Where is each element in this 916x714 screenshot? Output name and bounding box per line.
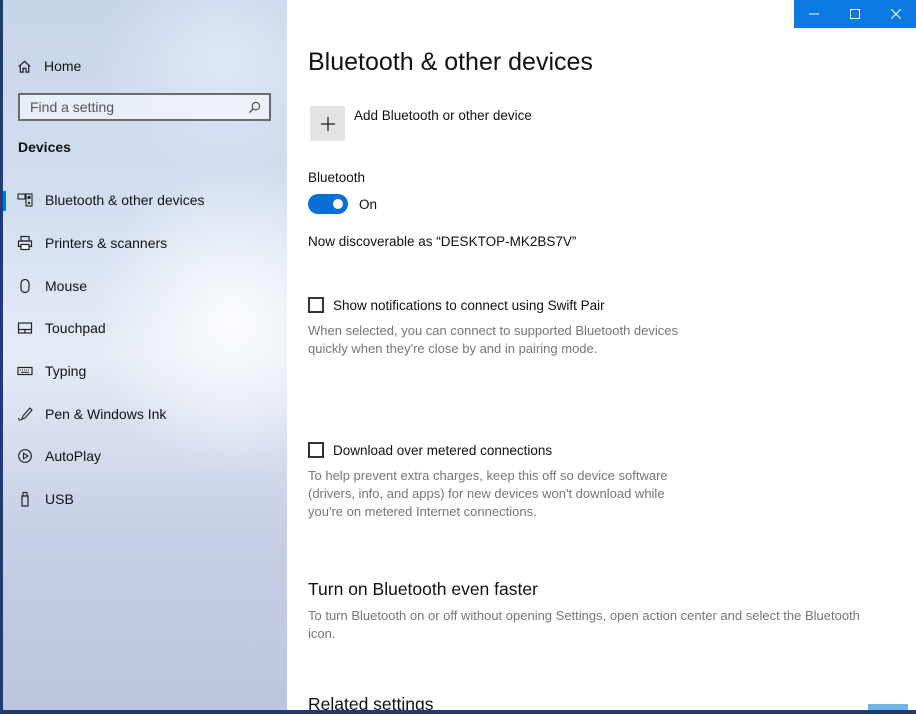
taskbar-edge: [0, 710, 916, 714]
toggle-knob: [333, 199, 343, 209]
sidebar-item-touchpad[interactable]: Touchpad: [3, 307, 287, 350]
sidebar-item-label: Printers & scanners: [45, 235, 168, 252]
home-label: Home: [44, 58, 82, 74]
swift-pair-checkbox-row[interactable]: Show notifications to connect using Swif…: [308, 297, 605, 313]
plus-icon: [320, 116, 335, 131]
metered-label: Download over metered connections: [333, 442, 553, 458]
discoverable-text: Now discoverable as “DESKTOP-MK2BS7V”: [308, 234, 577, 249]
keyboard-icon: [17, 363, 33, 379]
bluetooth-toggle-row: On: [308, 194, 377, 214]
mouse-icon: [17, 278, 33, 294]
sidebar-item-label: Bluetooth & other devices: [45, 192, 205, 209]
metered-checkbox-row[interactable]: Download over metered connections: [308, 442, 552, 458]
pen-icon: [17, 406, 33, 422]
swift-pair-checkbox[interactable]: [308, 297, 324, 313]
sidebar-item-usb[interactable]: USB: [3, 478, 287, 521]
add-device-label: Add Bluetooth or other device: [354, 108, 532, 123]
sidebar-item-label: AutoPlay: [45, 448, 102, 465]
sidebar-item-printers[interactable]: Printers & scanners: [3, 222, 287, 265]
sidebar-item-mouse[interactable]: Mouse: [3, 264, 287, 307]
main-content: Bluetooth & other devices Add Bluetooth …: [308, 0, 916, 710]
sidebar-item-label: USB: [45, 491, 74, 508]
add-device-button[interactable]: Add Bluetooth or other device: [310, 106, 532, 141]
search-icon[interactable]: [248, 101, 261, 114]
swift-pair-label: Show notifications to connect using Swif…: [333, 297, 605, 313]
description-line: To help prevent extra charges, keep this…: [308, 468, 668, 483]
related-settings-heading: Related settings: [308, 694, 434, 710]
description-line: When selected, you can connect to suppor…: [308, 323, 679, 338]
metered-description: To help prevent extra charges, keep this…: [308, 467, 668, 521]
description-line: you're on metered Internet connections.: [308, 504, 537, 519]
printer-icon: [17, 235, 33, 251]
faster-description: To turn Bluetooth on or off without open…: [308, 607, 860, 643]
settings-window: Home Devices Bluetooth & other devices: [3, 0, 916, 710]
add-tile[interactable]: [310, 106, 345, 141]
sidebar-item-label: Pen & Windows Ink: [45, 405, 167, 422]
home-icon: [18, 60, 31, 73]
sidebar-item-bluetooth[interactable]: Bluetooth & other devices: [3, 179, 287, 222]
sidebar-item-autoplay[interactable]: AutoPlay: [3, 435, 287, 478]
sidebar-item-label: Mouse: [45, 277, 88, 294]
sidebar-item-typing[interactable]: Typing: [3, 350, 287, 393]
sidebar-item-pen[interactable]: Pen & Windows Ink: [3, 392, 287, 435]
bluetooth-devices-icon: [17, 192, 33, 208]
usb-icon: [17, 491, 33, 507]
sidebar-item-label: Touchpad: [45, 320, 106, 337]
bluetooth-state: On: [359, 196, 378, 212]
description-line: To turn Bluetooth on or off without open…: [308, 608, 860, 623]
swift-pair-description: When selected, you can connect to suppor…: [308, 322, 678, 358]
bluetooth-toggle[interactable]: [308, 194, 348, 214]
sidebar-nav: Bluetooth & other devices Printers & sca…: [3, 179, 287, 521]
bluetooth-label: Bluetooth: [308, 170, 366, 185]
search-box[interactable]: [18, 93, 271, 121]
description-line: quickly when they're close by and in pai…: [308, 341, 598, 356]
touchpad-icon: [17, 320, 33, 336]
faster-heading: Turn on Bluetooth even faster: [308, 579, 538, 599]
sidebar: Home Devices Bluetooth & other devices: [3, 0, 287, 710]
autoplay-icon: [17, 448, 33, 464]
section-title: Devices: [18, 139, 71, 155]
page-title: Bluetooth & other devices: [308, 48, 593, 76]
description-line: icon.: [308, 626, 336, 641]
sidebar-item-label: Typing: [45, 363, 87, 380]
description-line: (drivers, info, and apps) for new device…: [308, 486, 665, 501]
search-input[interactable]: [28, 98, 248, 116]
home-link[interactable]: Home: [17, 56, 81, 76]
metered-checkbox[interactable]: [308, 442, 324, 458]
